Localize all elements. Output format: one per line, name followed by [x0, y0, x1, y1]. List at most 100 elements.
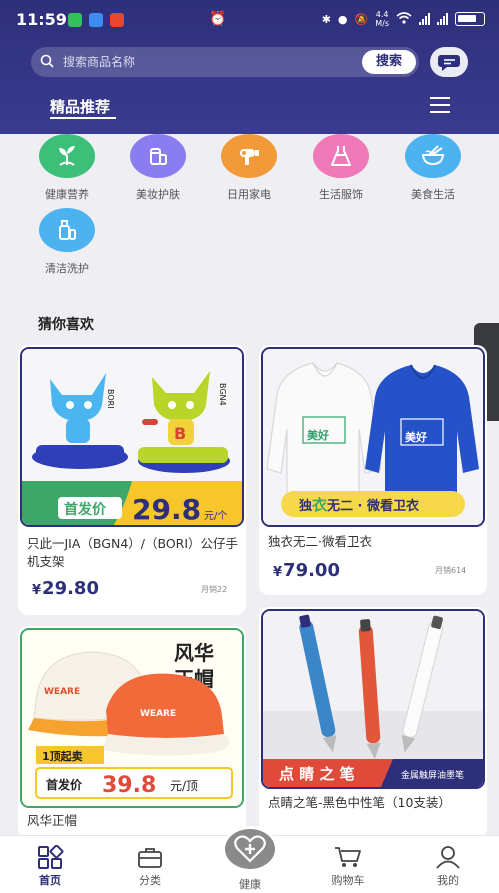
price-value: 79.00 [283, 560, 340, 581]
category-label: 日用家电 [227, 188, 271, 201]
category-label: 生活服饰 [319, 188, 363, 201]
min-order-tag: 1顶起卖 [42, 749, 83, 763]
cap-brand-left: WEARE [44, 687, 80, 697]
health-center-button[interactable] [222, 826, 278, 872]
pens-illustration: 点 睛 之 笔 金属触屏油墨笔 [263, 611, 483, 787]
menu-icon[interactable] [430, 97, 450, 113]
banner-first-price-label: 首发价 [64, 501, 107, 518]
message-icon [438, 55, 460, 71]
tab-underline [50, 117, 116, 119]
tab-recommended[interactable]: 精品推荐 [50, 96, 110, 117]
search-bar[interactable]: 搜索 [31, 47, 419, 77]
tab-home[interactable]: 首页 [15, 836, 85, 893]
status-bar: 11:59 ⏰ ✱ ● 🔕 4.4 M/s [0, 0, 499, 40]
hair-dryer-icon [221, 134, 277, 178]
price-symbol: ¥ [32, 583, 42, 598]
search-input[interactable] [63, 47, 383, 77]
product-card[interactable]: 美好 美好 独衣无二 · 微看卫衣 独衣无二·微看卫衣 ¥79.00 月销614 [259, 345, 487, 595]
home-grid-icon [38, 845, 64, 869]
cap-illustration: 风华 正帽 WEARE WEARE 1顶起卖 首发价 39.8 元/顶 [22, 630, 242, 806]
figure-left-label: BORI [106, 389, 115, 409]
category-food[interactable]: 美食生活 [398, 134, 468, 202]
sales-count: 月销22 [201, 585, 228, 594]
product-card[interactable]: 点 睛 之 笔 金属触屏油墨笔 点睛之笔-黑色中性笔（10支装） [259, 607, 487, 838]
tab-profile[interactable]: 我的 [413, 836, 483, 893]
banner-subtext: 金属触屏油墨笔 [401, 769, 464, 781]
cleaning-bottle-icon [39, 208, 95, 252]
cosmetics-icon [130, 134, 186, 178]
category-label: 清洁洗护 [45, 262, 89, 275]
tab-label: 我的 [437, 874, 459, 887]
user-icon [436, 846, 460, 869]
section-title-guess-you-like: 猜你喜欢 [38, 317, 94, 333]
svg-text:独衣无二 · 微看卫衣: 独衣无二 · 微看卫衣 [299, 496, 419, 514]
alarm-icon: ⏰ [209, 11, 227, 27]
tab-label: 健康 [239, 878, 261, 891]
svg-text:B: B [174, 424, 186, 443]
status-indicators: ✱ ● 🔕 4.4 M/s [322, 10, 485, 28]
product-card[interactable]: 风华 正帽 WEARE WEARE 1顶起卖 首发价 39.8 元/顶 风华正帽 [18, 626, 246, 838]
category-beauty[interactable]: 美妆护肤 [123, 134, 193, 202]
banner-unit: 元/个 [204, 510, 227, 522]
dress-icon [313, 134, 369, 178]
banner-first-price-label: 首发价 [46, 777, 83, 792]
banner-unit: 元/顶 [170, 779, 198, 793]
tab-label: 首页 [39, 874, 61, 887]
wechat-notification-icon [68, 13, 82, 27]
product-title: 独衣无二·微看卫衣 [268, 534, 372, 549]
mute-icon: 🔕 [354, 12, 369, 26]
network-speed-unit: M/s [375, 19, 389, 28]
product-card[interactable]: BORI B BGN4 首发价 29.8 元/个 只此一JIA（BGN4）/（B… [18, 345, 246, 615]
figure-stand-illustration: BORI B BGN4 首发价 29.8 元/个 [22, 349, 242, 525]
banner-text-3: 无二 · 微看卫衣 [326, 498, 419, 514]
bluetooth-icon: ✱ [321, 12, 331, 26]
cart-icon [335, 847, 361, 867]
banner-price: 39.8 [102, 773, 156, 798]
category-label: 健康营养 [45, 188, 89, 201]
search-button[interactable]: 搜索 [362, 50, 416, 74]
product-image: 风华 正帽 WEARE WEARE 1顶起卖 首发价 39.8 元/顶 [20, 628, 244, 808]
message-button[interactable] [430, 47, 468, 77]
search-icon [40, 54, 54, 68]
app-notification-icon [89, 13, 103, 27]
product-price: ¥29.80 [32, 578, 99, 599]
category-appliances[interactable]: 日用家电 [214, 134, 284, 202]
price-symbol: ¥ [273, 565, 283, 580]
wifi-icon [396, 11, 412, 27]
location-icon: ● [337, 12, 348, 26]
signal-icon-1 [419, 13, 430, 25]
category-cleaning[interactable]: 清洁洗护 [32, 208, 102, 276]
product-title: 只此一JIA（BGN4）/（BORI）公仔手机支架 [27, 536, 239, 569]
category-apparel[interactable]: 生活服饰 [306, 134, 376, 202]
banner-text-2: 衣 [312, 496, 327, 514]
product-image: BORI B BGN4 首发价 29.8 元/个 [20, 347, 244, 527]
network-speed: 4.4 M/s [375, 10, 389, 28]
banner-title-line1: 风华 [174, 641, 214, 665]
tab-cart[interactable]: 购物车 [313, 836, 383, 893]
noodle-bowl-icon [405, 134, 461, 178]
banner-text: 点 睛 之 笔 [279, 765, 355, 783]
hoodie-illustration: 美好 美好 独衣无二 · 微看卫衣 [263, 349, 483, 525]
figure-right-label: BGN4 [218, 383, 227, 406]
network-speed-value: 4.4 [375, 10, 389, 19]
category-health[interactable]: 健康营养 [32, 134, 102, 202]
product-price: ¥79.00 [273, 560, 340, 581]
sprout-icon [39, 134, 95, 178]
category-label: 美妆护肤 [136, 188, 180, 201]
banner-text-1: 独 [299, 498, 312, 514]
product-title: 点睛之笔-黑色中性笔（10支装） [268, 795, 451, 810]
status-time: 11:59 [16, 10, 67, 29]
banner-price: 29.8 [132, 493, 201, 525]
signal-icon-2 [437, 13, 448, 25]
hoodie-print-right: 美好 [405, 430, 427, 444]
product-image: 美好 美好 独衣无二 · 微看卫衣 [261, 347, 485, 527]
price-value: 29.80 [42, 578, 99, 599]
tab-label: 购物车 [331, 874, 365, 887]
hoodie-print-left: 美好 [307, 428, 329, 442]
sales-count: 月销614 [435, 566, 467, 575]
category-bag-icon [138, 848, 162, 868]
product-title: 风华正帽 [27, 813, 78, 828]
tab-category[interactable]: 分类 [115, 836, 185, 893]
product-image: 点 睛 之 笔 金属触屏油墨笔 [261, 609, 485, 789]
tab-label: 分类 [139, 874, 161, 887]
